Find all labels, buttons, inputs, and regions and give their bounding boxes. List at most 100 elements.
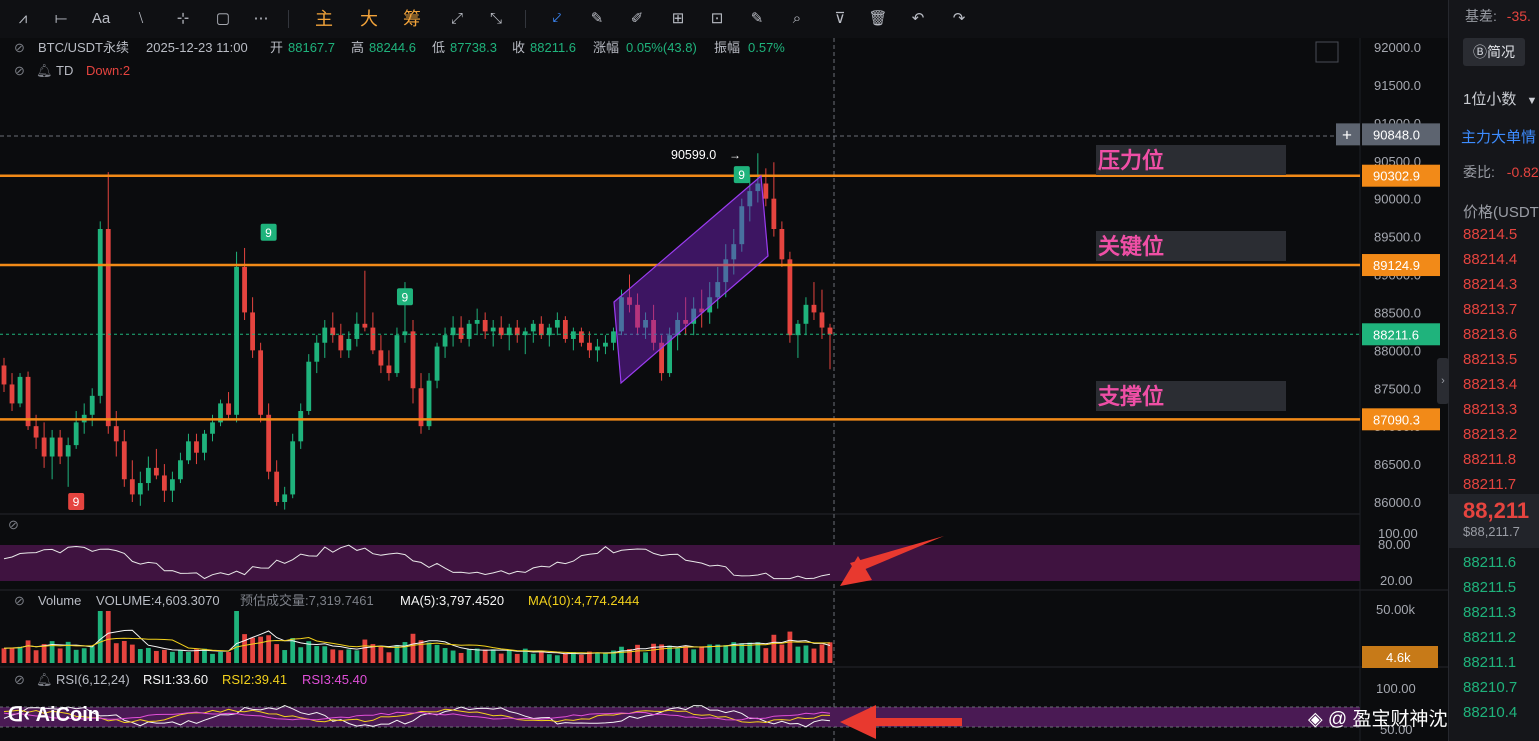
ratio-label: 委比:: [1463, 164, 1495, 180]
volume-bar: [290, 638, 296, 663]
bid-row[interactable]: 88211.5: [1449, 579, 1539, 596]
candle-body: [554, 320, 560, 328]
ask-row[interactable]: 88213.2: [1449, 426, 1539, 443]
candle-body: [17, 376, 23, 404]
volume-bar: [458, 652, 464, 663]
rsi2-value: RSI2:39.41: [222, 672, 287, 687]
volume-bar: [474, 648, 480, 663]
volume-ma5: MA(5):3,797.4520: [400, 593, 504, 608]
decimals-select[interactable]: 1位小数 ▼: [1449, 88, 1539, 109]
volume-bar: [514, 653, 520, 663]
volume-ma10: MA(10):4,774.2444: [528, 593, 639, 608]
cross-line-icon[interactable]: ⊹: [170, 8, 196, 30]
volume-bar: [362, 639, 368, 663]
price-axis-label: 89500.0: [1374, 230, 1421, 245]
volume-bar: [105, 611, 111, 663]
ruler-icon[interactable]: ⤡: [484, 8, 508, 30]
note-icon[interactable]: ⊞: [666, 8, 690, 30]
bid-row[interactable]: 88211.3: [1449, 604, 1539, 621]
osc-collapse-icon: ⊘: [8, 517, 19, 532]
candle-body: [346, 338, 352, 351]
sidebar-collapse-handle[interactable]: ›: [1437, 358, 1449, 404]
close-value: 88211.6: [530, 40, 576, 55]
ask-row[interactable]: 88213.5: [1449, 351, 1539, 368]
more-dots-icon[interactable]: ⋯: [248, 8, 274, 30]
bid-row[interactable]: 88211.2: [1449, 629, 1539, 646]
rsi1-value: RSI1:33.60: [143, 672, 208, 687]
close-label: 收: [512, 40, 525, 55]
bitcoin-icon: Ⓑ: [1473, 44, 1487, 60]
wave-line-icon[interactable]: ⩘: [10, 8, 36, 30]
volume-bar: [490, 649, 496, 663]
toolbar-cn-button-1[interactable]: 大: [357, 8, 381, 30]
td-down: Down:2: [86, 63, 130, 78]
filter-icon[interactable]: ⊽: [828, 8, 852, 30]
bid-row[interactable]: 88211.1: [1449, 654, 1539, 671]
trash-icon[interactable]: 🗑: [866, 8, 890, 30]
horizontal-line-icon[interactable]: ⟝: [48, 8, 74, 30]
ask-row[interactable]: 88213.4: [1449, 376, 1539, 393]
ask-row[interactable]: 88211.8: [1449, 451, 1539, 468]
ask-row[interactable]: 88213.7: [1449, 301, 1539, 318]
volume-bar: [619, 646, 624, 663]
brush-icon[interactable]: ✎: [745, 8, 769, 30]
pen-icon[interactable]: ⤦: [545, 8, 569, 30]
volume-bar: [651, 643, 656, 663]
candle-body: [354, 323, 360, 339]
toolbar-cn-button-2[interactable]: 筹: [400, 8, 424, 30]
ask-row[interactable]: 88214.4: [1449, 251, 1539, 268]
volume-bar: [9, 647, 15, 663]
magnet-icon[interactable]: ⊡: [705, 8, 729, 30]
decimals-label: 1位小数: [1463, 91, 1517, 108]
brief-row[interactable]: Ⓑ 简况: [1449, 38, 1539, 66]
strike-line-icon[interactable]: ⧵: [128, 8, 154, 30]
ask-price: 88211.7: [1463, 476, 1517, 493]
candle-body: [378, 350, 384, 366]
last-price-usd: $88,211.7: [1463, 524, 1520, 539]
candle-body: [819, 312, 825, 328]
ask-row[interactable]: 88213.6: [1449, 326, 1539, 343]
toolbar-cn-button-0[interactable]: 主: [312, 8, 336, 30]
ask-row[interactable]: 88213.3: [1449, 401, 1539, 418]
td-marker-label: 9: [738, 168, 745, 182]
chart-area[interactable]: 9999 92000.0 91500.0 91000.0 90500.0 90000.0…: [0, 38, 1485, 741]
open-label: 开: [270, 40, 283, 55]
bid-row[interactable]: 88210.7: [1449, 679, 1539, 696]
candle-body: [170, 479, 175, 491]
select-tool-icon[interactable]: ⤢: [445, 8, 469, 30]
volume-bar: [554, 655, 560, 663]
volume-bar: [186, 651, 191, 663]
price-axis-label: 88000.0: [1374, 343, 1421, 358]
high-label: 高: [351, 40, 364, 55]
ask-row[interactable]: 88214.5: [1449, 226, 1539, 243]
ask-row[interactable]: 88211.7: [1449, 476, 1539, 493]
candle-body: [578, 331, 584, 343]
bid-row[interactable]: 88210.4: [1449, 704, 1539, 721]
lock-icon[interactable]: ✐: [625, 8, 649, 30]
redo-icon[interactable]: ↷: [947, 8, 971, 30]
search-icon[interactable]: ⌕: [785, 8, 809, 30]
bid-price: 88211.6: [1463, 554, 1517, 571]
main-force-tab[interactable]: 主力大单情: [1449, 126, 1539, 147]
volume-bar: [691, 649, 697, 663]
level-tag: 87090.3: [1373, 412, 1420, 427]
ask-row[interactable]: 88214.3: [1449, 276, 1539, 293]
rsi-band: [0, 707, 1360, 727]
volume-bar: [771, 634, 777, 663]
peak-arrow-icon: →: [729, 148, 741, 162]
candle-body: [314, 342, 320, 362]
amp-value: 0.57%: [748, 40, 785, 55]
bid-row[interactable]: 88211.6: [1449, 554, 1539, 571]
measure-icon[interactable]: ✎: [585, 8, 609, 30]
candle-body: [121, 441, 127, 480]
rectangle-icon[interactable]: ▢: [210, 8, 236, 30]
amp-label: 振幅: [714, 40, 740, 55]
undo-icon[interactable]: ↶: [906, 8, 930, 30]
candle-body: [65, 445, 71, 457]
aicoin-brand: AiCoin: [35, 704, 100, 726]
ask-price: 88214.5: [1463, 226, 1518, 243]
kline-chart[interactable]: 9999 92000.091500.091000.090500.090000.0…: [0, 38, 1448, 741]
text-aa-icon[interactable]: Aa: [88, 8, 114, 30]
price-axis-label: 91500.0: [1374, 78, 1421, 93]
brief-button[interactable]: Ⓑ 简况: [1463, 38, 1525, 66]
